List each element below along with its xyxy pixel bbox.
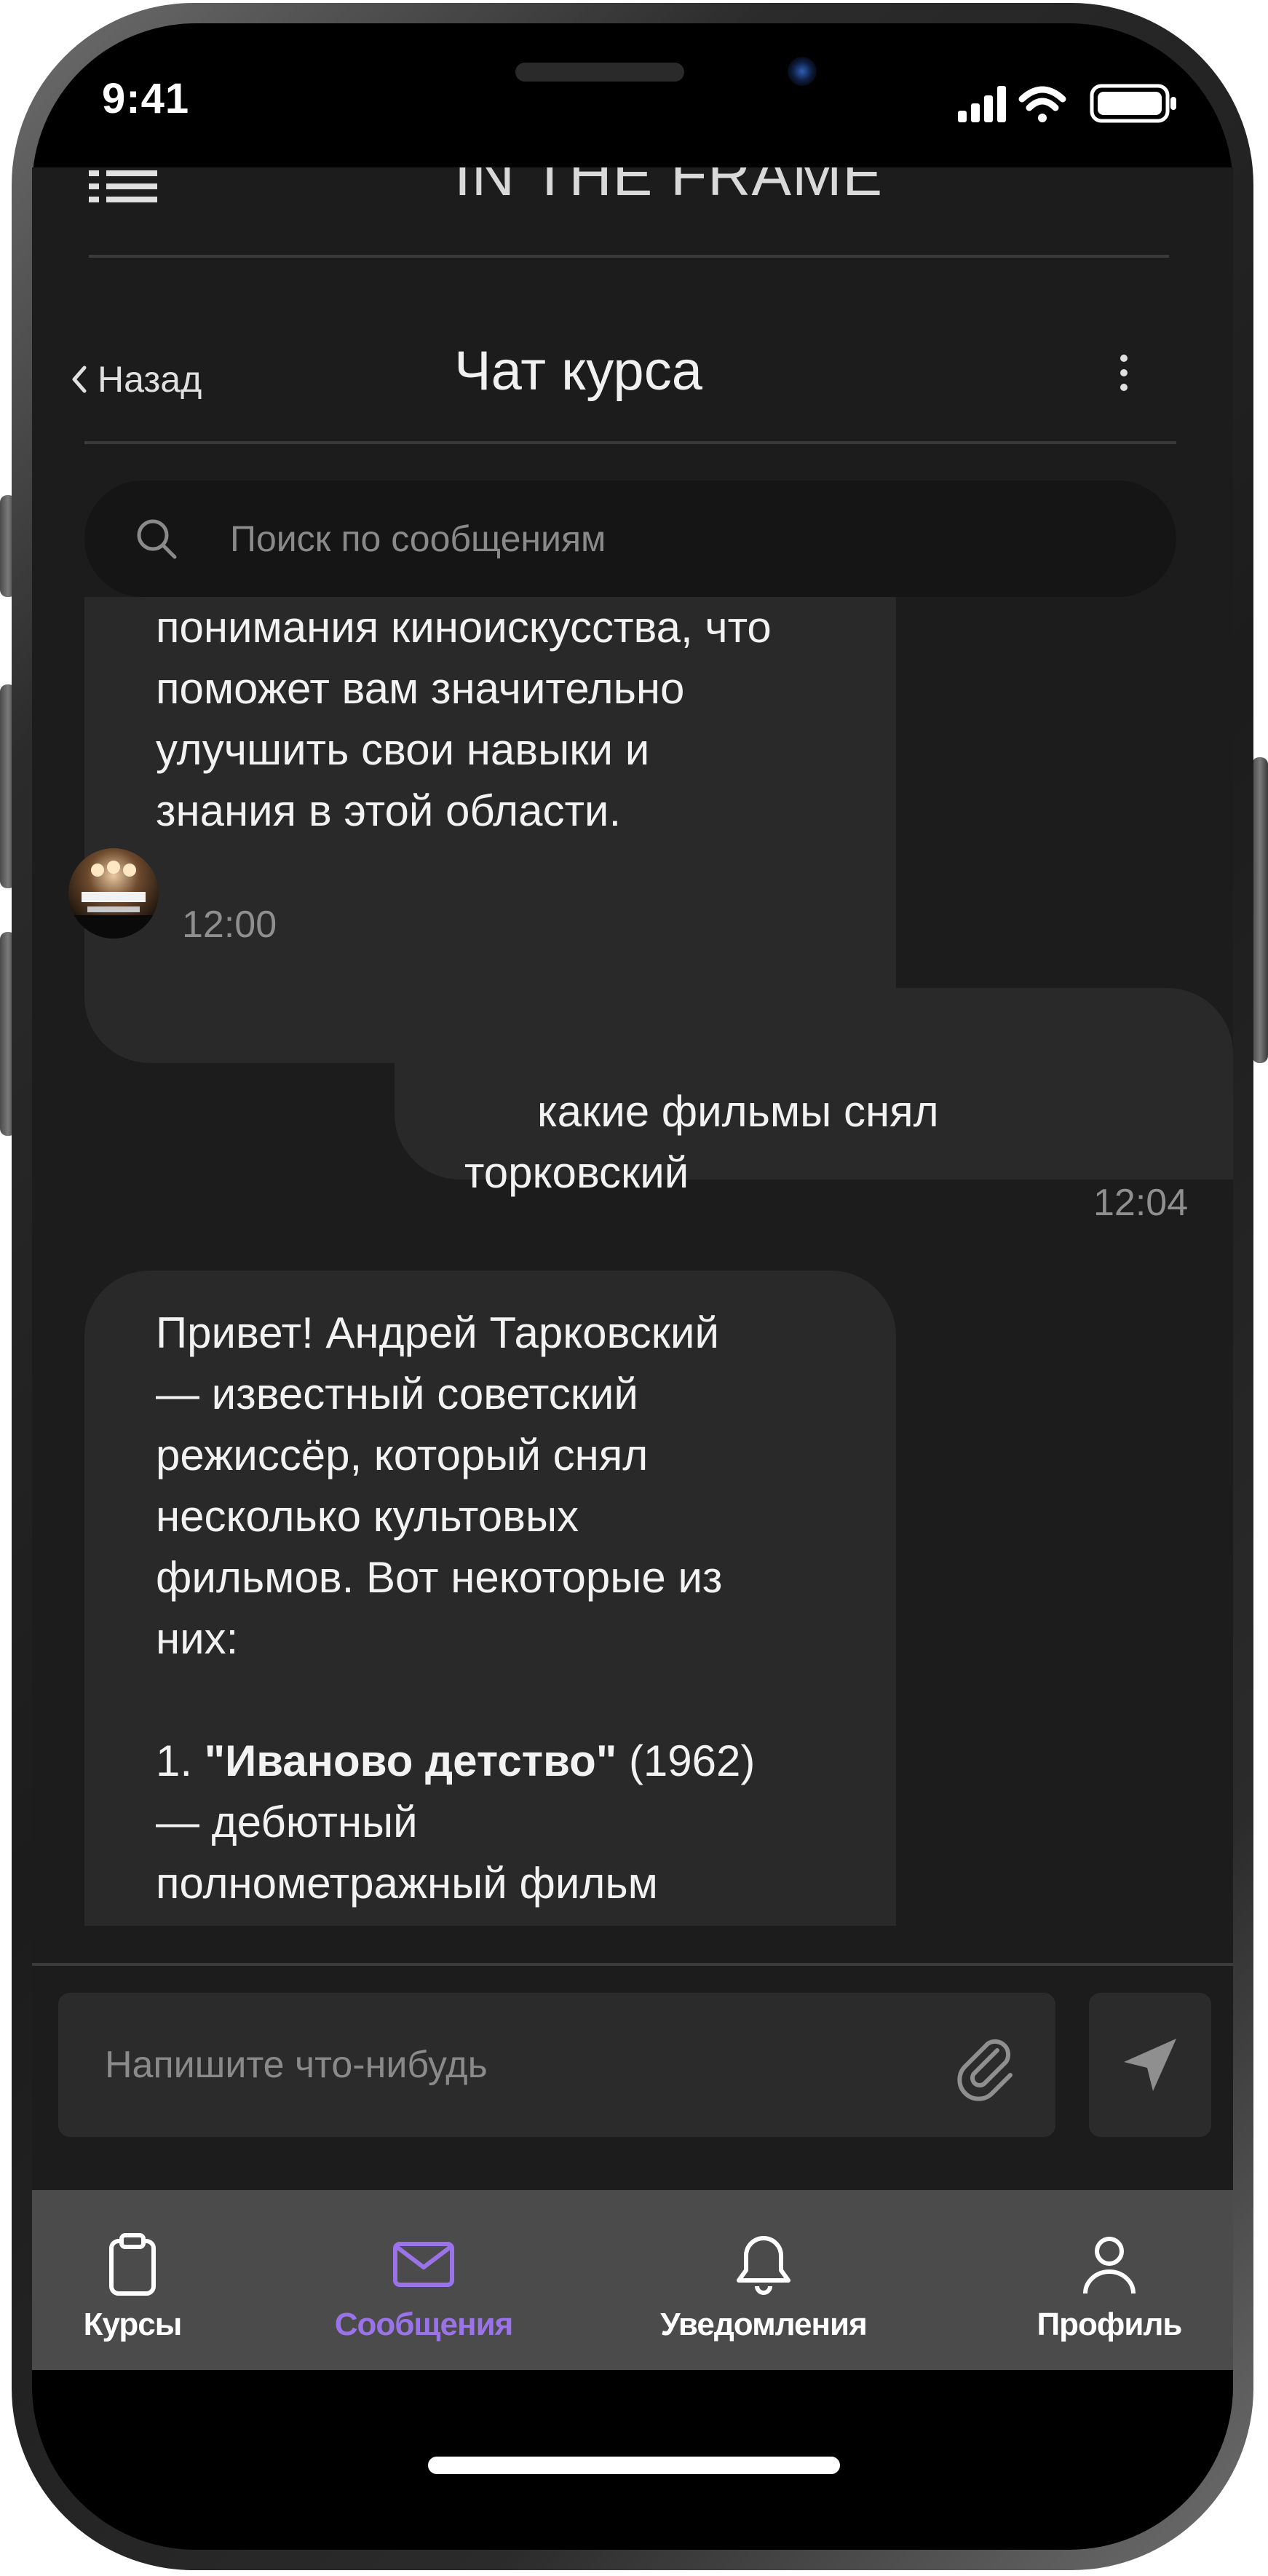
tab-label: Профиль — [1037, 2307, 1183, 2342]
status-time: 9:41 — [102, 75, 190, 122]
chevron-left-icon — [72, 366, 87, 393]
message-text: Привет! Андрей Тарковский — известный со… — [156, 1308, 723, 1663]
hamburger-menu-icon[interactable] — [89, 167, 162, 208]
cellular-signal-icon — [958, 86, 1006, 122]
chat-screen: IN THE FRAME Назад Чат курса понимания к… — [32, 167, 1233, 2370]
power-button — [1252, 757, 1268, 1063]
message-bubble-incoming: Привет! Андрей Тарковский — известный со… — [84, 1271, 896, 1926]
battery-icon — [1090, 84, 1176, 123]
status-icons — [958, 84, 1176, 123]
list-item-number: 1. — [156, 1737, 193, 1785]
message-composer[interactable] — [58, 1993, 1055, 2137]
tab-profile[interactable]: Профиль — [1022, 2190, 1197, 2370]
send-button[interactable] — [1089, 1993, 1211, 2137]
earpiece-speaker — [515, 63, 684, 82]
message-time: 12:00 — [182, 904, 277, 946]
message-text: понимания киноискусства, что поможет вам… — [156, 603, 772, 835]
kebab-menu-icon[interactable] — [1109, 349, 1138, 400]
user-icon — [1083, 2237, 1136, 2294]
paperclip-icon[interactable] — [946, 2028, 1019, 2101]
front-camera — [788, 57, 817, 86]
avatar[interactable] — [68, 848, 159, 939]
home-indicator[interactable] — [428, 2457, 840, 2474]
tab-messages[interactable]: Сообщения — [322, 2190, 526, 2370]
phone-mockup: 9:41 IN THE FRAME Назад Чат курса Поиск … — [0, 0, 1268, 2576]
course-avatar-icon — [68, 848, 159, 939]
page-title: Чат курса — [454, 340, 702, 402]
search-input[interactable] — [229, 517, 1176, 561]
tab-label: Уведомления — [660, 2307, 868, 2342]
message-bubble-outgoing: какие фильмы снял торковский — [395, 988, 1233, 1197]
film-title: "Иваново детство" — [204, 1737, 617, 1785]
clipboard-icon — [109, 2233, 156, 2296]
bottom-navigation: Курсы Сообщения Уведомления Профиль — [32, 2190, 1233, 2370]
film-year: (1962) — [628, 1737, 756, 1785]
back-button-label: Назад — [98, 359, 202, 400]
composer-divider — [32, 1963, 1233, 1966]
tab-label: Курсы — [83, 2307, 183, 2342]
tab-label: Сообщения — [334, 2307, 514, 2342]
tab-notifications[interactable]: Уведомления — [651, 2190, 876, 2370]
app-brand-title: IN THE FRAME — [454, 167, 884, 208]
tab-courses[interactable]: Курсы — [74, 2190, 191, 2370]
back-button[interactable]: Назад — [71, 354, 202, 405]
message-text: какие фильмы снял торковский — [464, 1087, 939, 1197]
envelope-icon — [393, 2242, 454, 2287]
title-divider — [84, 441, 1176, 444]
wifi-icon — [1018, 86, 1066, 122]
send-icon — [1124, 2039, 1176, 2091]
search-bar[interactable] — [84, 481, 1176, 597]
message-time: 12:04 — [1093, 1182, 1189, 1224]
bell-icon — [737, 2236, 790, 2295]
film-description: — дебютный полнометражный фильм — [156, 1798, 658, 1908]
header-divider — [89, 255, 1169, 258]
message-input[interactable] — [103, 2042, 946, 2087]
search-icon — [137, 519, 177, 559]
